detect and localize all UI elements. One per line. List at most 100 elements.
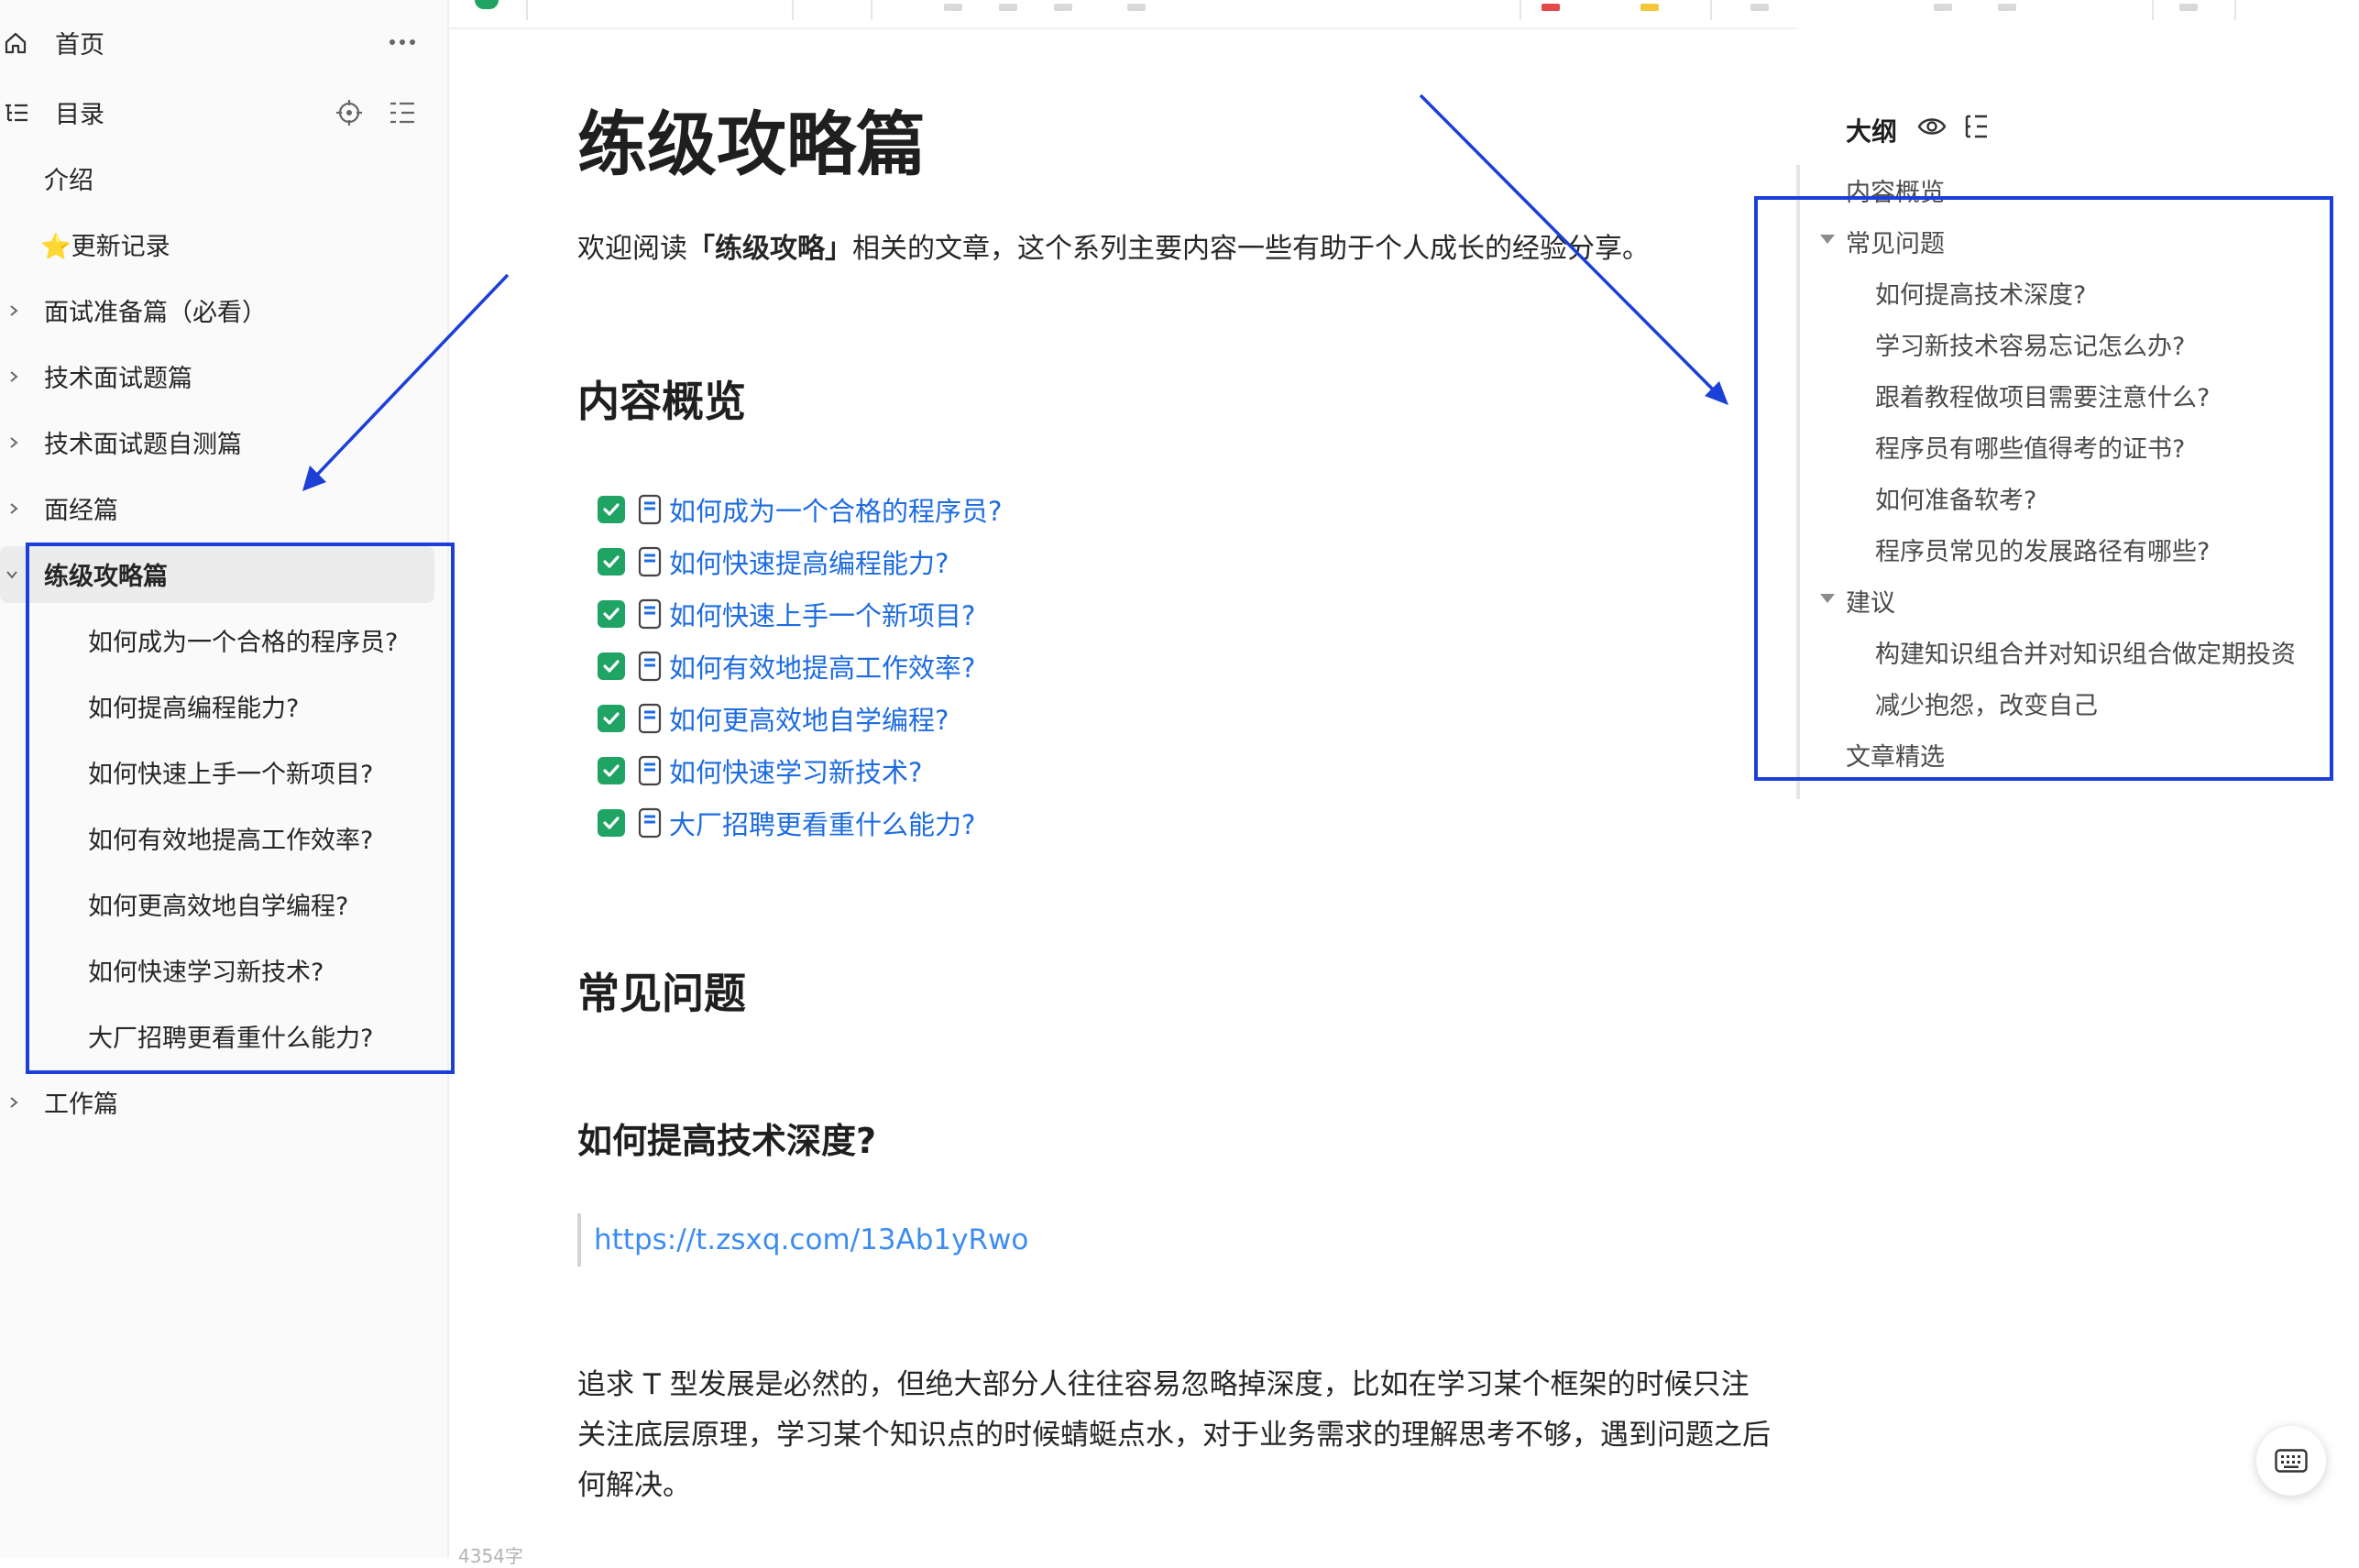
toolbar-button[interactable] (1750, 4, 1769, 11)
font-color-icon[interactable] (1542, 4, 1560, 11)
word-count: 4354字 (458, 1545, 523, 1567)
task-link[interactable]: 如何快速提高编程能力? (669, 543, 949, 581)
eye-icon[interactable] (1917, 115, 1947, 137)
sidebar-item-changelog[interactable]: ⭐更新记录 (0, 214, 449, 273)
chevron-right-icon[interactable] (7, 502, 20, 515)
checkbox-checked-icon[interactable] (598, 600, 625, 628)
outline-item[interactable]: 减少抱怨，改变自己 (1875, 685, 2098, 721)
outline-item[interactable]: 如何提高技术深度? (1875, 275, 2086, 311)
chevron-down-icon[interactable] (5, 568, 18, 581)
task-link[interactable]: 如何成为一个合格的程序员? (669, 490, 1002, 529)
heading-tech-depth[interactable]: 如何提高技术深度? (577, 1113, 876, 1163)
sidebar-child-item[interactable]: 如何成为一个合格的程序员? (0, 610, 449, 669)
editor-toolbar (449, 0, 2359, 29)
sidebar-item-label: 技术面试题篇 (44, 364, 192, 393)
task-link[interactable]: 大厂招聘更看重什么能力? (669, 804, 975, 842)
sidebar-toc[interactable]: 目录 (0, 82, 449, 141)
task-link[interactable]: 如何快速上手一个新项目? (669, 595, 975, 633)
sidebar-toc-label: 目录 (55, 100, 104, 129)
sidebar-home-label: 首页 (55, 30, 104, 60)
outline-item[interactable]: 学习新技术容易忘记怎么办? (1875, 326, 2185, 362)
toolbar-button[interactable] (1934, 4, 1952, 11)
keyboard-shortcut-button[interactable] (2256, 1426, 2326, 1496)
task-item[interactable]: 大厂招聘更看重什么能力? (598, 801, 975, 845)
chevron-right-icon[interactable] (7, 436, 20, 449)
outline-item[interactable]: 跟着教程做项目需要注意什么? (1875, 378, 2210, 413)
toolbar-button[interactable] (2179, 4, 2198, 11)
caret-down-icon[interactable] (1820, 594, 1835, 603)
task-item[interactable]: 如何快速提高编程能力? (598, 540, 949, 584)
outline-item[interactable]: 构建知识组合并对知识组合做定期投资 (1875, 634, 2296, 670)
toolbar-button[interactable] (944, 4, 962, 11)
outline-item[interactable]: 常见问题 (1846, 224, 1945, 259)
checkbox-checked-icon[interactable] (598, 705, 625, 732)
checkbox-checked-icon[interactable] (598, 496, 625, 523)
external-link[interactable]: https://t.zsxq.com/13Ab1yRwo (594, 1223, 1028, 1256)
document-icon (638, 755, 662, 786)
sidebar-child-item[interactable]: 如何快速上手一个新项目? (0, 742, 449, 801)
checkbox-checked-icon[interactable] (598, 548, 625, 576)
checkbox-checked-icon[interactable] (598, 652, 625, 680)
body-paragraph[interactable]: 追求 T 型发展是必然的，但绝大部分人往往容易忽略掉深度，比如在学习某个框架的时… (577, 1360, 1796, 1516)
toolbar-button[interactable] (1998, 4, 2016, 11)
sidebar-home[interactable]: 首页 (0, 13, 449, 71)
sidebar-item-label: 工作篇 (44, 1090, 118, 1119)
task-item[interactable]: 如何有效地提高工作效率? (598, 644, 975, 688)
sidebar-child-label: 如何更高效地自学编程? (88, 892, 349, 921)
sidebar-item-self-test[interactable]: 技术面试题自测篇 (0, 412, 449, 471)
sidebar-child-item[interactable]: 如何快速学习新技术? (0, 940, 449, 999)
toolbar-button[interactable] (1127, 4, 1146, 11)
intro-paragraph[interactable]: 欢迎阅读「练级攻略」相关的文章，这个系列主要内容一些有助于个人成长的经验分享。 (577, 225, 1650, 266)
sidebar-item-label: 面试准备篇（必看） (44, 298, 267, 327)
document-icon (638, 703, 662, 734)
task-item[interactable]: 如何快速学习新技术? (598, 749, 922, 793)
sidebar-item-label: 技术面试题自测篇 (44, 430, 242, 459)
document-icon (638, 651, 662, 682)
sidebar-child-item[interactable]: 如何提高编程能力? (0, 676, 449, 735)
sidebar-item-tech-questions[interactable]: 技术面试题篇 (0, 346, 449, 405)
highlight-icon[interactable] (1640, 4, 1659, 11)
outline-item[interactable]: 程序员常见的发展路径有哪些? (1875, 532, 2210, 567)
caret-down-icon[interactable] (1820, 235, 1835, 244)
more-icon[interactable] (389, 38, 416, 46)
sidebar-item-growth-guide[interactable]: 练级攻略篇 (0, 544, 449, 603)
task-item[interactable]: 如何更高效地自学编程? (598, 696, 949, 740)
document-title[interactable]: 练级攻略篇 (577, 88, 926, 189)
sidebar-item-intro[interactable]: 介绍 (0, 148, 449, 207)
collapse-list-icon[interactable] (389, 101, 416, 125)
outline-item[interactable]: 程序员有哪些值得考的证书? (1875, 429, 2185, 465)
task-item[interactable]: 如何快速上手一个新项目? (598, 592, 975, 636)
outline-item[interactable]: 内容概览 (1846, 172, 1945, 208)
chevron-right-icon[interactable] (7, 304, 20, 317)
outline-item[interactable]: 建议 (1846, 583, 1895, 619)
intro-bold-text: 「练级攻略」 (687, 233, 852, 265)
heading-overview[interactable]: 内容概览 (577, 368, 746, 429)
checkbox-checked-icon[interactable] (598, 809, 625, 837)
task-link[interactable]: 如何有效地提高工作效率? (669, 647, 975, 685)
toolbar-divider (526, 0, 528, 20)
outline-list-icon[interactable] (1963, 114, 1991, 139)
sidebar-child-label: 如何快速上手一个新项目? (88, 760, 374, 789)
outline-item[interactable]: 文章精选 (1846, 737, 1945, 773)
sidebar-child-item[interactable]: 如何有效地提高工作效率? (0, 808, 449, 867)
toolbar-button[interactable] (1054, 4, 1072, 11)
sidebar-child-item[interactable]: 大厂招聘更看重什么能力? (0, 1006, 449, 1065)
outline-item[interactable]: 如何准备软考? (1875, 480, 2036, 516)
task-link[interactable]: 如何更高效地自学编程? (669, 699, 949, 738)
chevron-right-icon[interactable] (7, 1096, 20, 1109)
chevron-right-icon[interactable] (7, 370, 20, 383)
toolbar-button[interactable] (999, 4, 1017, 11)
document-icon (638, 598, 662, 630)
sidebar-item-interview-exp[interactable]: 面经篇 (0, 478, 449, 537)
toc-icon (5, 104, 27, 122)
toolbar-divider (1710, 0, 1712, 20)
sidebar-child-item[interactable]: 如何更高效地自学编程? (0, 874, 449, 933)
task-link[interactable]: 如何快速学习新技术? (669, 751, 922, 790)
sidebar-item-interview-prep[interactable]: 面试准备篇（必看） (0, 280, 449, 339)
checkbox-checked-icon[interactable] (598, 757, 625, 784)
heading-faq[interactable]: 常见问题 (577, 960, 746, 1021)
sidebar-item-work[interactable]: 工作篇 (0, 1072, 449, 1131)
locate-icon[interactable] (335, 99, 363, 126)
task-item[interactable]: 如何成为一个合格的程序员? (598, 488, 1002, 532)
sidebar-item-label: 面经篇 (44, 496, 118, 525)
